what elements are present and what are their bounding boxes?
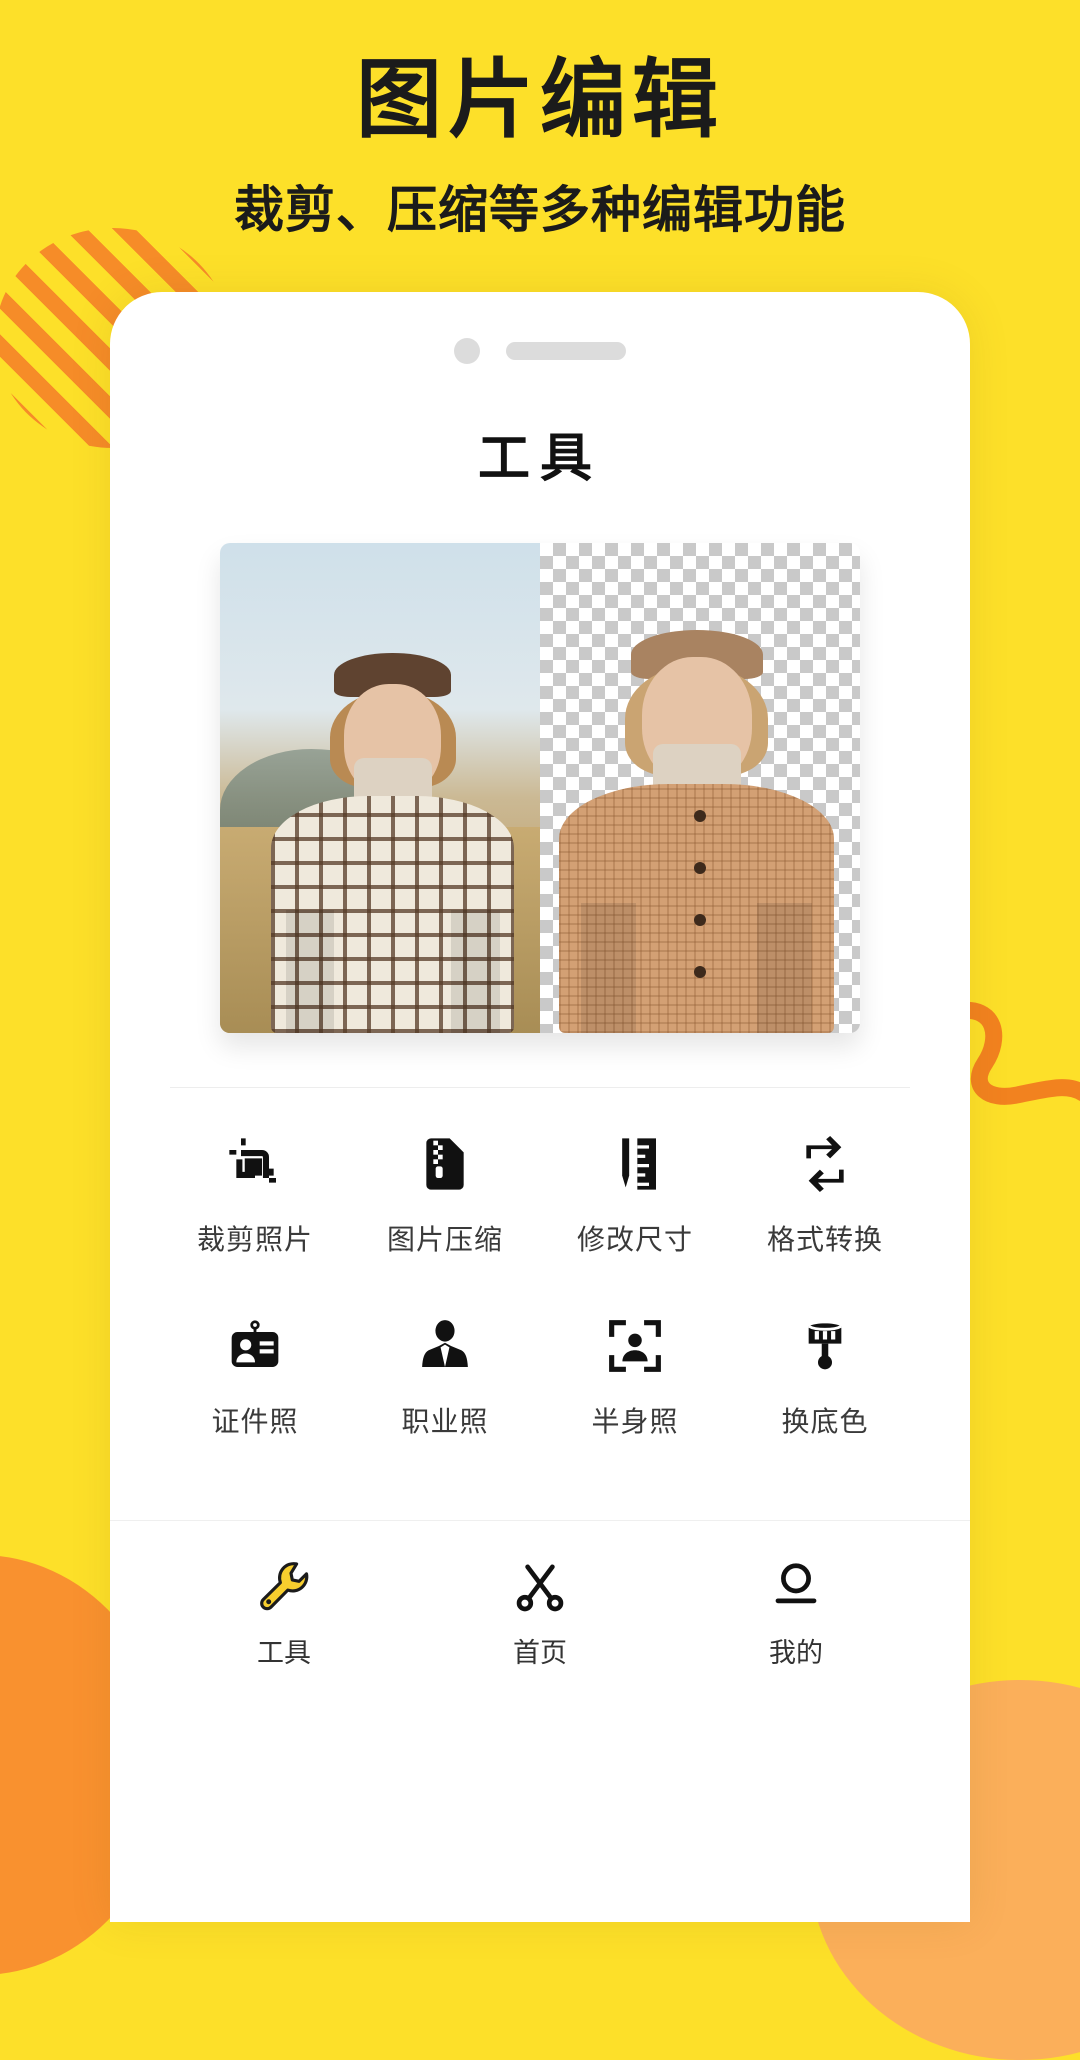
phone-mockup: 工具 裁剪照片 图片压缩 修改尺寸 格式转换 证件照 职业照 半身照 换底色 工… bbox=[110, 292, 970, 1922]
compress-file-icon bbox=[350, 1132, 540, 1196]
id-card-icon bbox=[160, 1314, 350, 1378]
convert-loop-icon bbox=[730, 1132, 920, 1196]
person-suit-icon bbox=[350, 1314, 540, 1378]
subject-figure-left bbox=[271, 651, 515, 1033]
phone-status-bar bbox=[110, 292, 970, 410]
tool-item-format-convert[interactable]: 格式转换 bbox=[730, 1132, 920, 1258]
tool-item-compress[interactable]: 图片压缩 bbox=[350, 1132, 540, 1258]
tool-item-half-body-photo[interactable]: 半身照 bbox=[540, 1314, 730, 1440]
subject-figure-right bbox=[559, 629, 835, 1033]
image-preview[interactable] bbox=[220, 543, 860, 1033]
page-subtitle: 裁剪、压缩等多种编辑功能 bbox=[234, 181, 846, 240]
bottom-navigation: 工具 首页 我的 bbox=[110, 1555, 970, 1670]
tool-item-resize[interactable]: 修改尺寸 bbox=[540, 1132, 730, 1258]
lapel-left bbox=[581, 903, 637, 1033]
section-divider bbox=[170, 1087, 910, 1088]
tool-label: 格式转换 bbox=[766, 1223, 883, 1256]
nav-item-profile[interactable]: 我的 bbox=[696, 1555, 896, 1670]
person-outline-icon bbox=[696, 1555, 896, 1617]
coat-buttons bbox=[694, 810, 707, 1018]
tool-item-crop[interactable]: 裁剪照片 bbox=[160, 1132, 350, 1258]
nav-label: 我的 bbox=[769, 1638, 823, 1669]
tool-label: 证件照 bbox=[211, 1405, 299, 1438]
nav-item-tools[interactable]: 工具 bbox=[184, 1555, 384, 1670]
app-page-title: 工具 bbox=[477, 428, 602, 489]
speaker-bar-icon bbox=[506, 342, 626, 360]
crop-icon bbox=[160, 1132, 350, 1196]
tool-grid: 裁剪照片 图片压缩 修改尺寸 格式转换 证件照 职业照 半身照 换底色 bbox=[160, 1132, 920, 1440]
ruler-resize-icon bbox=[540, 1132, 730, 1196]
lapel-right bbox=[757, 903, 813, 1033]
paint-brush-icon bbox=[730, 1314, 920, 1378]
tool-label: 换底色 bbox=[781, 1405, 869, 1438]
lapel-left bbox=[285, 909, 335, 1033]
tool-item-business-photo[interactable]: 职业照 bbox=[350, 1314, 540, 1440]
nav-label: 工具 bbox=[257, 1638, 311, 1669]
tool-label: 半身照 bbox=[591, 1405, 679, 1438]
nav-item-home[interactable]: 首页 bbox=[440, 1555, 640, 1670]
orange-squiggle-decoration bbox=[948, 985, 1080, 1135]
tool-label: 职业照 bbox=[401, 1405, 489, 1438]
promo-header: 图片编辑 裁剪、压缩等多种编辑功能 bbox=[0, 0, 1080, 242]
tool-item-id-photo[interactable]: 证件照 bbox=[160, 1314, 350, 1440]
coat-shape bbox=[271, 796, 515, 1033]
person-scan-frame-icon bbox=[540, 1314, 730, 1378]
camera-dot-icon bbox=[454, 338, 480, 364]
tool-label: 裁剪照片 bbox=[196, 1223, 313, 1256]
tool-label: 修改尺寸 bbox=[576, 1223, 693, 1256]
tool-item-change-background[interactable]: 换底色 bbox=[730, 1314, 920, 1440]
original-photo-panel bbox=[220, 543, 540, 1033]
cutout-photo-panel bbox=[540, 543, 860, 1033]
scissors-icon bbox=[440, 1555, 640, 1617]
nav-separator bbox=[110, 1520, 970, 1521]
coat-shape bbox=[559, 783, 835, 1033]
nav-label: 首页 bbox=[513, 1638, 567, 1669]
lapel-right bbox=[451, 909, 500, 1033]
page-title: 图片编辑 bbox=[356, 50, 724, 150]
tool-label: 图片压缩 bbox=[386, 1223, 503, 1256]
wrench-icon bbox=[184, 1555, 384, 1617]
